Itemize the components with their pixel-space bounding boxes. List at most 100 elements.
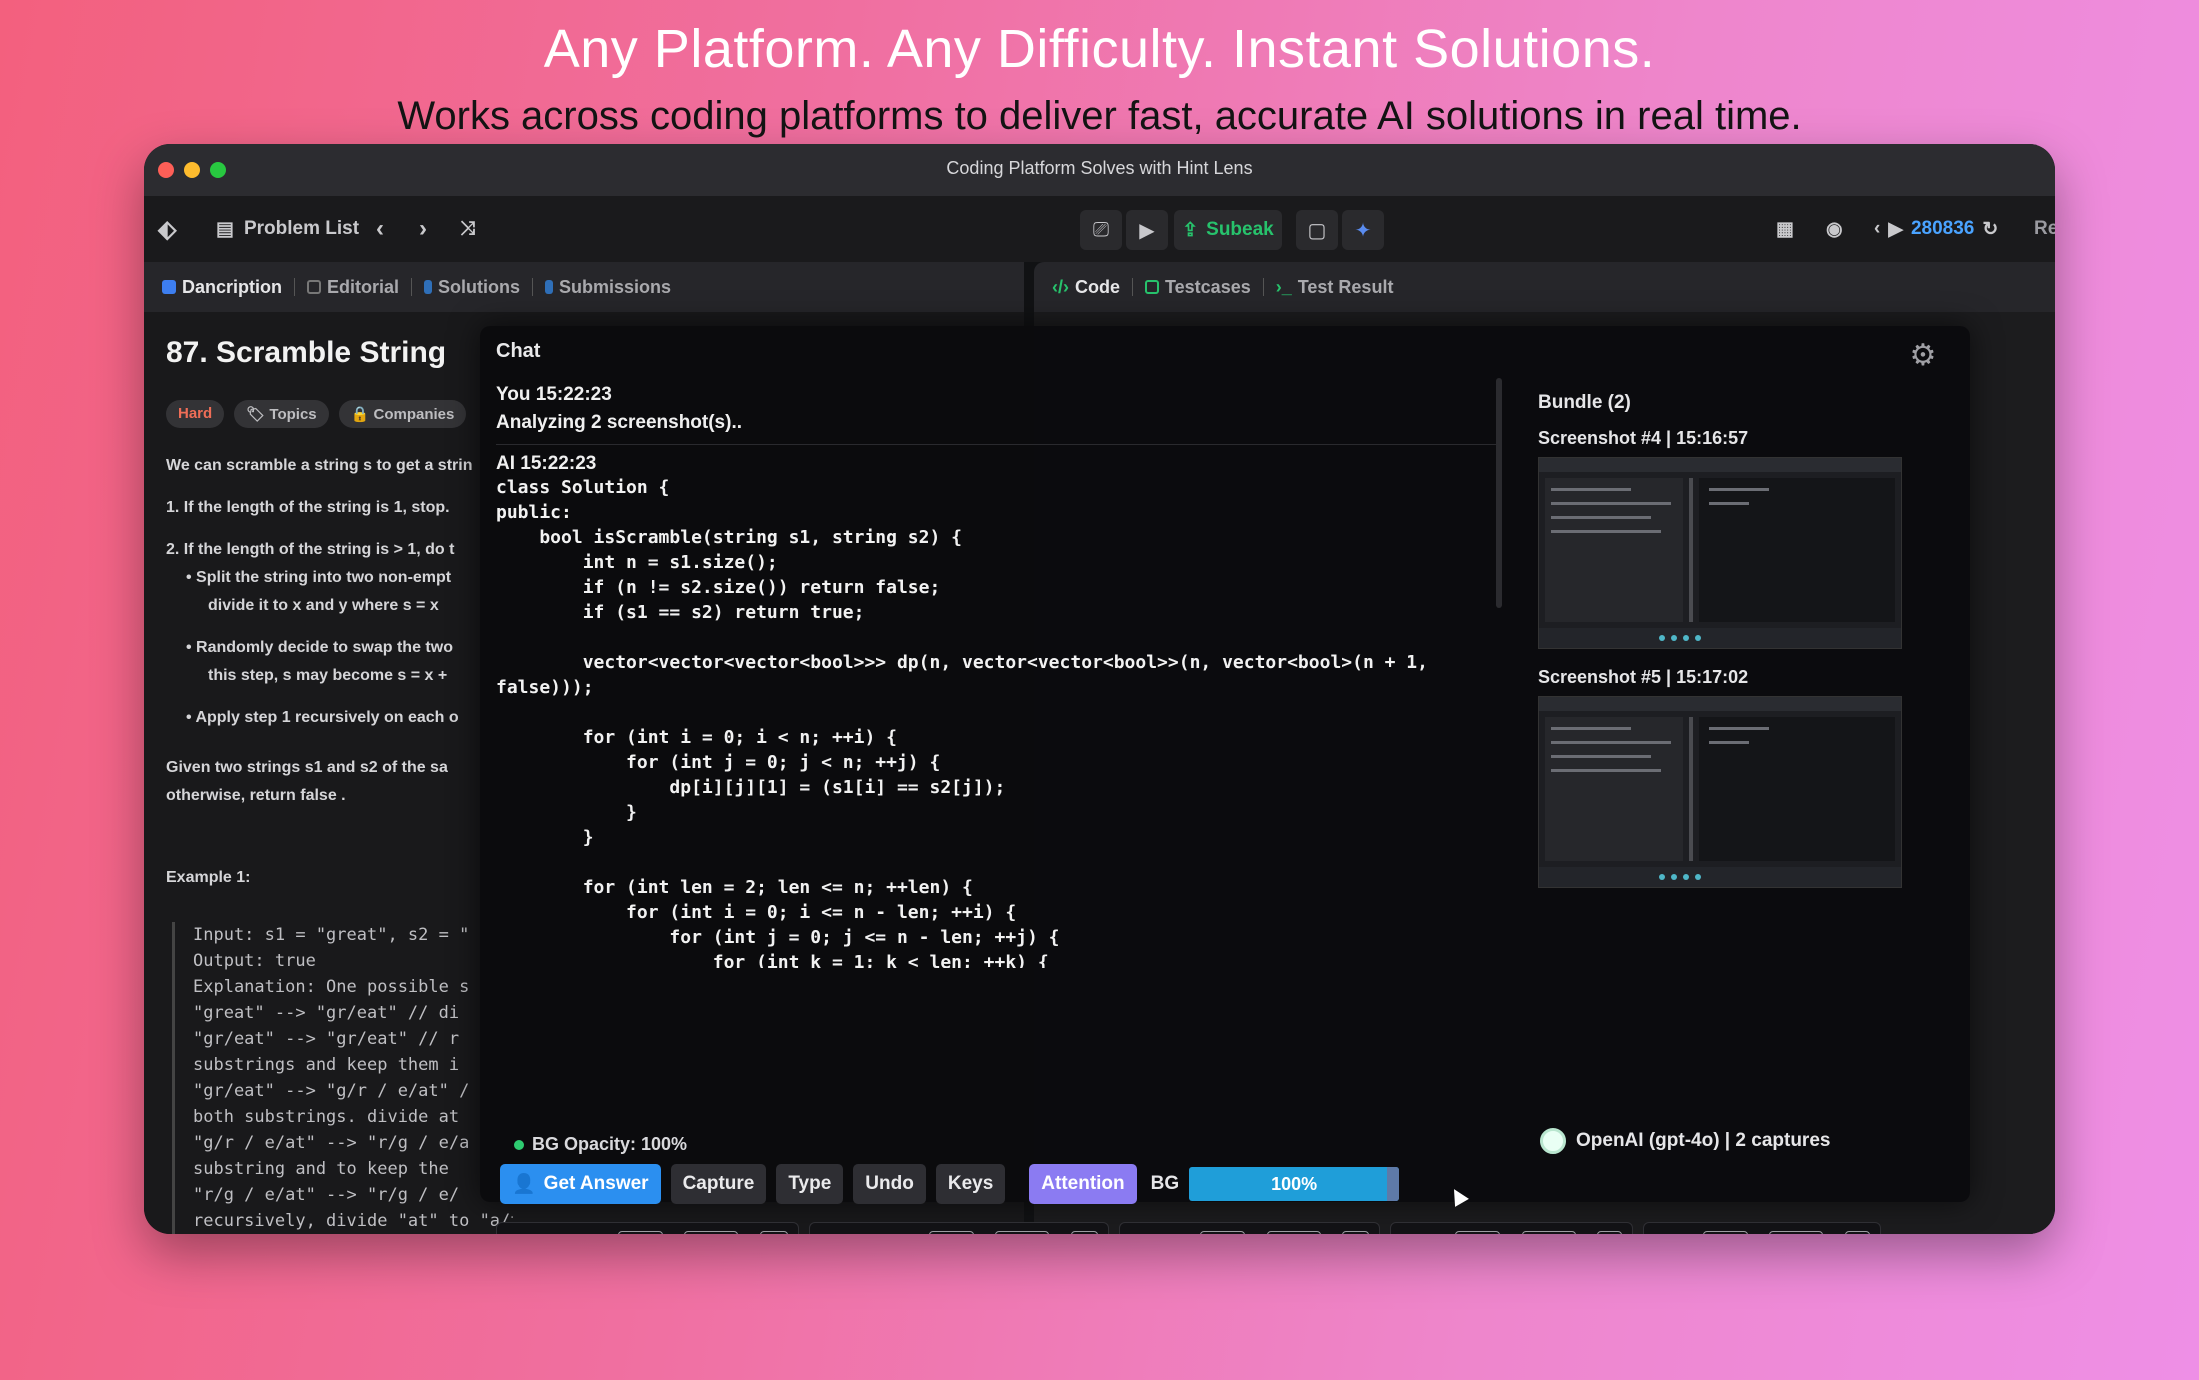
provider-label: OpenAI (gpt-4o) | 2 captures xyxy=(1576,1130,1831,1151)
settings-circle-icon[interactable]: ◉ xyxy=(1826,196,1843,262)
problem-list-button[interactable]: ▤ Problem List xyxy=(216,196,359,262)
platform-toolbar: ⬖ ▤ Problem List ‹ › ⤨ ⎚ ▶ ⇪ Subeak ▢ ✦ … xyxy=(144,196,2055,262)
key-cap: Ctrl xyxy=(929,1230,975,1234)
screenshot-label: Screenshot #5 | 15:17:02 xyxy=(1538,667,1749,687)
example-line: Output: true xyxy=(193,951,316,971)
example-line: substring and to keep the xyxy=(193,1159,449,1179)
key-cap: Q xyxy=(759,1230,788,1234)
desc-line: otherwise, return false . xyxy=(166,787,346,804)
tab-editorial-label: Editorial xyxy=(327,276,400,297)
next-problem-icon[interactable]: › xyxy=(419,196,427,262)
example-line: "great" --> "gr/eat" // di xyxy=(193,1003,460,1023)
shortcut-row: Get AnswerCtrl+Shift+Q ScreenshotCtrl+Shi… xyxy=(496,1222,1966,1234)
bundle-title: Bundle (2) xyxy=(1538,392,1631,413)
tab-description[interactable]: Dancription xyxy=(162,277,282,298)
key-cap: D xyxy=(1070,1230,1098,1234)
key-cap: Ctrl xyxy=(1455,1230,1501,1234)
tab-description-label: Dancription xyxy=(182,276,283,297)
desc-line: • Split the string into two non-empt xyxy=(186,569,452,586)
shortcut-type[interactable]: TypeCtrl+Shift+T xyxy=(1643,1222,1881,1234)
shortcut-screenshot[interactable]: ScreenshotCtrl+Shift+D xyxy=(808,1222,1109,1234)
toolbar-trailing: Re xyxy=(2034,218,2055,239)
problem-list-label: Problem List xyxy=(243,218,360,239)
example-line: "gr/eat" --> "gr/eat" // r xyxy=(193,1029,460,1049)
example-block: Input: s1 = "great", s2 = " Output: true E… xyxy=(172,922,513,1234)
tab-submissions[interactable]: Submissions xyxy=(545,277,671,298)
example-line: both substrings. divide at xyxy=(193,1107,460,1127)
reset-icon: ↻ xyxy=(1982,218,1999,240)
submit-button[interactable]: ⇪ Subeak xyxy=(1174,210,1282,250)
run-icon[interactable]: ▶ xyxy=(1126,210,1168,250)
example-title: Example 1: xyxy=(166,869,251,886)
type-button[interactable]: Type xyxy=(776,1164,844,1204)
screenshot-thumbnail[interactable] xyxy=(1538,457,1902,649)
screenshot-label: Screenshot #4 | 15:16:57 xyxy=(1538,428,1749,448)
tab-testcases-label: Testcases xyxy=(1165,276,1251,297)
slider-handle[interactable] xyxy=(1387,1167,1400,1201)
shuffle-icon[interactable]: ⤨ xyxy=(460,196,475,262)
desc-line: We can scramble a string s to get a stri… xyxy=(166,457,473,474)
testcases-icon xyxy=(1145,279,1159,294)
gear-icon[interactable]: ⚙ xyxy=(1906,338,1940,372)
chat-title: Chat xyxy=(496,340,541,362)
chat-messages: You 15:22:23 Analyzing 2 screenshot(s)..… xyxy=(496,378,1496,968)
submit-label: Subeak xyxy=(1206,219,1274,240)
key-cap: Ctrl xyxy=(617,1230,663,1234)
prev-problem-icon[interactable]: ‹ xyxy=(376,196,384,262)
solutions-icon xyxy=(424,279,433,294)
example-line: "g/r / e/at" --> "r/g / e/a xyxy=(193,1133,470,1153)
tab-solutions[interactable]: Solutions xyxy=(424,277,520,298)
opacity-status: BG Opacity: 100% xyxy=(514,1134,687,1155)
shortcut-get-answer[interactable]: Get AnswerCtrl+Shift+Q xyxy=(496,1222,799,1234)
key-cap: Shift xyxy=(684,1230,739,1234)
topics-label: Topics xyxy=(269,406,317,423)
status-dot-icon xyxy=(514,1139,524,1150)
get-answer-button[interactable]: 👤 Get Answer xyxy=(500,1164,661,1204)
topics-tag[interactable]: 🏷 Topics xyxy=(234,400,329,428)
timer-control[interactable]: ‹ ▶ 280836 ↻ xyxy=(1874,196,1998,262)
hint-lens-icon[interactable]: ✦ xyxy=(1342,210,1384,250)
tab-testcases[interactable]: Testcases xyxy=(1145,277,1251,298)
upload-icon: ⇪ xyxy=(1182,219,1199,241)
opacity-label: BG Opacity: 100% xyxy=(532,1134,688,1154)
shortcut-undo[interactable]: UndoCtrl+Shift+Z xyxy=(1389,1222,1634,1234)
shortcut-region[interactable]: RegionCtrl+Shift+C xyxy=(1118,1222,1380,1234)
key-cap: C xyxy=(1341,1230,1369,1234)
logo-icon[interactable]: ⬖ xyxy=(158,196,176,262)
companies-label: Companies xyxy=(373,406,455,423)
problem-tags: Hard 🏷 Topics 🔒 Companies xyxy=(166,400,467,428)
tab-editorial[interactable]: Editorial xyxy=(307,277,399,298)
example-line: recursively, divide "at" to "a/t", xyxy=(193,1211,513,1231)
key-cap: Ctrl xyxy=(1200,1230,1246,1234)
editorial-icon xyxy=(307,279,322,294)
screenshot-thumbnail[interactable] xyxy=(1538,696,1902,888)
tab-submissions-label: Submissions xyxy=(559,276,672,297)
debug-icon[interactable]: ⎚ xyxy=(1080,210,1122,250)
desc-line: Given two strings s1 and s2 of the sa xyxy=(166,759,448,776)
attention-button[interactable]: Attention xyxy=(1029,1164,1137,1204)
chat-scrollbar[interactable] xyxy=(1496,378,1502,608)
user-message-header: You 15:22:23 xyxy=(496,384,612,405)
key-cap: Z xyxy=(1597,1230,1623,1234)
keys-button[interactable]: Keys xyxy=(935,1164,1006,1204)
tab-code[interactable]: ‹/› Code xyxy=(1052,277,1120,298)
layout-icon[interactable]: ▦ xyxy=(1776,196,1794,262)
undo-button[interactable]: Undo xyxy=(853,1164,926,1204)
tab-test-result[interactable]: ›_ Test Result xyxy=(1276,277,1394,298)
key-cap: Shift xyxy=(1521,1230,1576,1234)
window-title: Coding Platform Solves with Hint Lens xyxy=(946,158,1253,178)
notes-icon[interactable]: ▢ xyxy=(1296,210,1338,250)
key-cap: Shift xyxy=(1266,1230,1321,1234)
bg-opacity-slider[interactable]: 100% xyxy=(1189,1167,1400,1201)
code-icon: ‹/› xyxy=(1052,276,1069,297)
bg-label: BG xyxy=(1150,1173,1180,1194)
example-line: substrings and keep them i xyxy=(193,1055,460,1075)
companies-tag[interactable]: 🔒 Companies xyxy=(338,400,467,428)
bg-opacity-value: 100% xyxy=(1271,1173,1318,1194)
shortcut-list: Get AnswerCtrl+Shift+Q ScreenshotCtrl+Shi… xyxy=(496,1222,1966,1234)
key-cap: Shift xyxy=(995,1230,1050,1234)
capture-button[interactable]: Capture xyxy=(670,1164,767,1204)
problem-title: 87. Scramble String xyxy=(166,336,447,369)
tab-solutions-label: Solutions xyxy=(438,276,521,297)
tab-code-label: Code xyxy=(1075,276,1120,297)
